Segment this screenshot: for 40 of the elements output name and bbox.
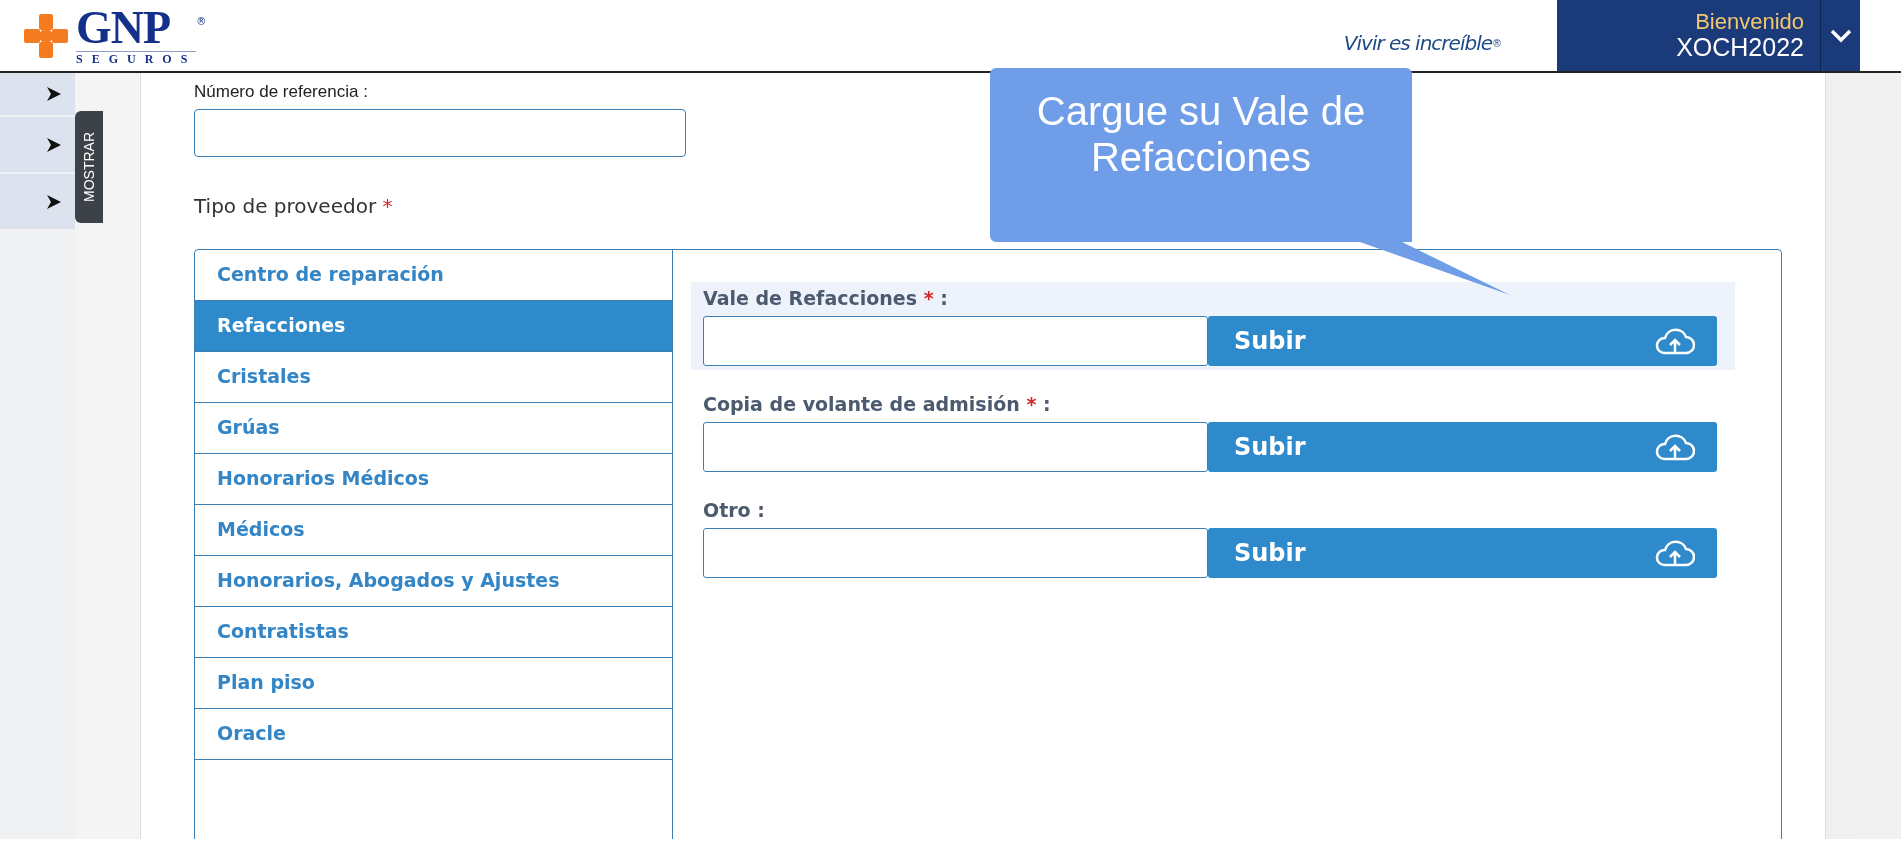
registered-mark: ®: [196, 15, 207, 29]
reference-input[interactable]: [194, 108, 686, 157]
arrow-right-icon: [47, 87, 61, 101]
provider-type-item[interactable]: Médicos: [195, 504, 672, 556]
show-toggle-tab[interactable]: MOSTRAR: [75, 111, 103, 223]
registered-mark: ®: [1492, 38, 1502, 49]
upload-label: Otro :: [703, 497, 766, 522]
provider-type-item[interactable]: Honorarios, Abogados y Ajustes: [195, 555, 672, 607]
cloud-upload-icon: [1655, 537, 1695, 568]
sidebar-item[interactable]: [0, 73, 75, 115]
provider-type-item[interactable]: Honorarios Médicos: [195, 453, 672, 505]
logo-text: GNP: [76, 4, 172, 51]
callout-text: Cargue su Vale de Refacciones: [1035, 88, 1367, 180]
username: XOCH2022: [1675, 33, 1804, 62]
upload-label: Vale de Refacciones * :: [703, 285, 949, 310]
welcome-text: Bienvenido: [1694, 9, 1804, 34]
provider-type-item[interactable]: Plan piso: [195, 657, 672, 709]
upload-button[interactable]: Subir: [1208, 527, 1717, 578]
provider-type-item[interactable]: Oracle: [195, 708, 672, 760]
file-name-field[interactable]: [703, 315, 1208, 366]
arrow-right-icon: [47, 137, 61, 152]
upload-button[interactable]: Subir: [1208, 421, 1717, 472]
logo-subtitle: SEGUROS: [76, 50, 197, 67]
provider-type-item[interactable]: Contratistas: [195, 606, 672, 658]
provider-type-item[interactable]: Refacciones: [195, 300, 672, 352]
slogan-text: Vivir es increíble: [1343, 29, 1492, 57]
field-label: Tipo de proveedor *: [194, 192, 394, 220]
file-name-field[interactable]: [703, 421, 1208, 472]
provider-type-item[interactable]: Centro de reparación: [195, 249, 672, 301]
chevron-down-icon: [1829, 28, 1852, 43]
file-name-field[interactable]: [703, 527, 1208, 578]
cross-logo-icon: [24, 13, 68, 58]
upload-button[interactable]: Subir: [1208, 315, 1717, 366]
field-label: Número de referencia :: [194, 81, 369, 103]
provider-type-item[interactable]: Cristales: [195, 351, 672, 403]
arrow-right-icon: [47, 194, 61, 209]
provider-type-item[interactable]: Grúas: [195, 402, 672, 454]
cloud-upload-icon: [1655, 325, 1695, 356]
cloud-upload-icon: [1655, 431, 1695, 462]
upload-label: Copia de volante de admisión * :: [703, 391, 1052, 416]
